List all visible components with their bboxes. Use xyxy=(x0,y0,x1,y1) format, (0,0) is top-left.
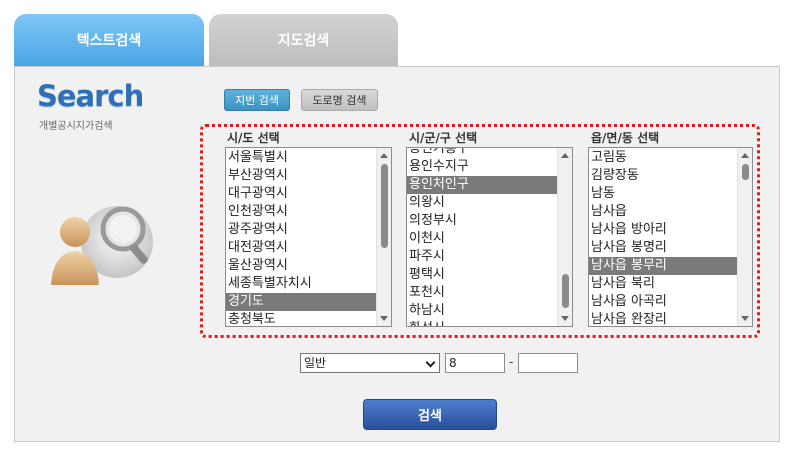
eupmyeondong-option[interactable]: 남사읍 봉명리 xyxy=(589,239,752,257)
scroll-thumb[interactable] xyxy=(381,164,388,248)
road-search-button[interactable]: 도로명 검색 xyxy=(301,89,378,111)
sido-option[interactable]: 부산광역시 xyxy=(226,167,391,185)
sigungu-option[interactable]: 용인수지구 xyxy=(407,158,572,176)
eupmyeondong-option[interactable]: 남동 xyxy=(589,185,752,203)
sigungu-label: 시/군/구 선택 xyxy=(409,131,478,145)
eupmyeondong-option[interactable]: 고림동 xyxy=(589,149,752,167)
chevron-down-icon xyxy=(425,357,436,368)
sido-option[interactable]: 세종특별자치시 xyxy=(226,275,391,293)
tab-text-search[interactable]: 텍스트검색 xyxy=(14,14,204,66)
scroll-up-icon[interactable] xyxy=(741,153,749,158)
eupmyeondong-label: 읍/면/동 선택 xyxy=(591,131,660,145)
land-type-value: 일반 xyxy=(304,356,327,370)
sigungu-option[interactable]: 평택시 xyxy=(407,266,572,284)
sido-listbox[interactable]: 서울특별시 부산광역시 대구광역시 인천광역시 광주광역시 대전광역시 울산광역시 세종특별자… xyxy=(225,147,392,327)
sido-option[interactable]: 충청북도 xyxy=(226,311,391,326)
search-logo-subtitle: 개별공시지가검색 xyxy=(39,121,113,132)
scroll-up-icon[interactable] xyxy=(561,153,569,158)
sido-option[interactable]: 인천광역시 xyxy=(226,203,391,221)
eupmyeondong-option[interactable]: 남사읍 봉무리 xyxy=(589,257,752,275)
sido-label: 시/도 선택 xyxy=(227,131,280,145)
eupmyeondong-option[interactable]: 남사읍 완장리 xyxy=(589,311,752,326)
sido-option[interactable]: 대구광역시 xyxy=(226,185,391,203)
eupmyeondong-listbox[interactable]: 고림동 김량장동 남동 남사읍 남사읍 방아리 남사읍 봉명리 남사읍 봉무리 남사읍 북리 남… xyxy=(588,147,753,327)
person-search-icon xyxy=(51,206,153,285)
scroll-thumb[interactable] xyxy=(562,274,569,308)
sido-option[interactable]: 울산광역시 xyxy=(226,257,391,275)
scroll-down-icon[interactable] xyxy=(741,316,749,321)
search-button[interactable]: 검색 xyxy=(363,399,497,430)
jibun-search-button[interactable]: 지번 검색 xyxy=(224,89,290,111)
eupmyeondong-option[interactable]: 남사읍 방아리 xyxy=(589,221,752,239)
sido-option[interactable]: 서울특별시 xyxy=(226,149,391,167)
sigungu-scrollbar[interactable] xyxy=(557,148,572,326)
sigungu-option[interactable]: 화성시 xyxy=(407,320,572,326)
sido-option[interactable]: 경기도 xyxy=(226,293,391,311)
sigungu-listbox[interactable]: 용인기흥구용인수지구용인처인구의왕시의정부시이천시파주시평택시포천시하남시화성시 xyxy=(406,147,573,327)
sigungu-option[interactable]: 의왕시 xyxy=(407,194,572,212)
eupmyeondong-scrollbar[interactable] xyxy=(737,148,752,326)
eupmyeondong-option[interactable]: 김량장동 xyxy=(589,167,752,185)
bubun-input[interactable] xyxy=(518,353,578,373)
scroll-down-icon[interactable] xyxy=(380,316,388,321)
tab-map-search[interactable]: 지도검색 xyxy=(209,14,398,66)
sido-scrollbar[interactable] xyxy=(376,148,391,326)
land-type-select[interactable]: 일반 xyxy=(300,353,440,373)
sigungu-option[interactable]: 하남시 xyxy=(407,302,572,320)
bonbun-input[interactable]: 8 xyxy=(445,353,505,373)
lot-number-separator: - xyxy=(509,355,514,369)
scroll-thumb[interactable] xyxy=(742,164,749,180)
search-panel: Search 개별공시지가검색 지번 검색 도로명 검색 시/도 선택 시/군/… xyxy=(14,66,780,442)
sido-option[interactable]: 대전광역시 xyxy=(226,239,391,257)
sigungu-option[interactable]: 파주시 xyxy=(407,248,572,266)
scroll-up-icon[interactable] xyxy=(380,153,388,158)
sido-option[interactable]: 광주광역시 xyxy=(226,221,391,239)
search-logo: Search xyxy=(37,79,144,113)
eupmyeondong-option[interactable]: 남사읍 xyxy=(589,203,752,221)
scroll-down-icon[interactable] xyxy=(561,316,569,321)
sigungu-option[interactable]: 이천시 xyxy=(407,230,572,248)
sigungu-option[interactable]: 용인기흥구 xyxy=(407,148,572,158)
eupmyeondong-option[interactable]: 남사읍 북리 xyxy=(589,275,752,293)
eupmyeondong-option[interactable]: 남사읍 아곡리 xyxy=(589,293,752,311)
sigungu-option[interactable]: 의정부시 xyxy=(407,212,572,230)
sigungu-option[interactable]: 포천시 xyxy=(407,284,572,302)
sigungu-option[interactable]: 용인처인구 xyxy=(407,176,572,194)
